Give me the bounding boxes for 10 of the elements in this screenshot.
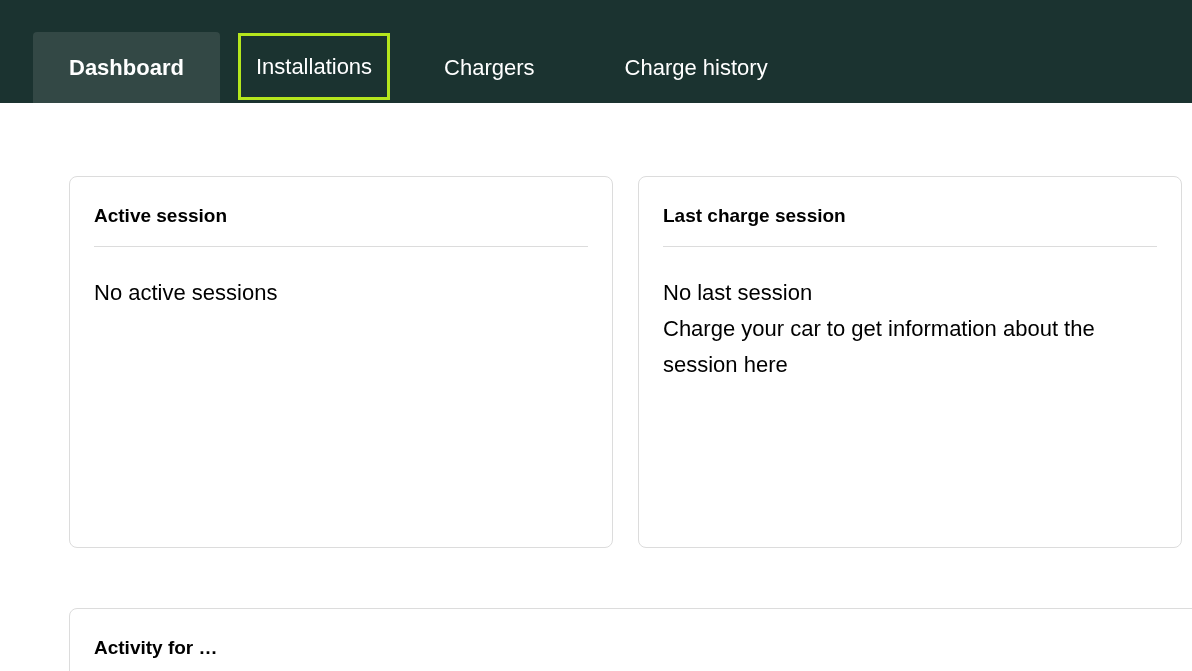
nav-tab[interactable]: Dashboard xyxy=(33,32,220,103)
card-title: Activity for … xyxy=(94,637,219,660)
card-title: Last charge session xyxy=(663,205,847,228)
card-text: Charge your car to get information about the session here xyxy=(663,315,1096,379)
nav-tab[interactable]: Charge history xyxy=(588,32,804,103)
nav-tab[interactable]: Installations xyxy=(237,33,391,100)
card-text: No last session xyxy=(663,279,814,307)
card-title: Active session xyxy=(94,205,229,228)
card-text: No active sessions xyxy=(94,279,279,307)
nav-tab[interactable]: Chargers xyxy=(408,32,571,103)
